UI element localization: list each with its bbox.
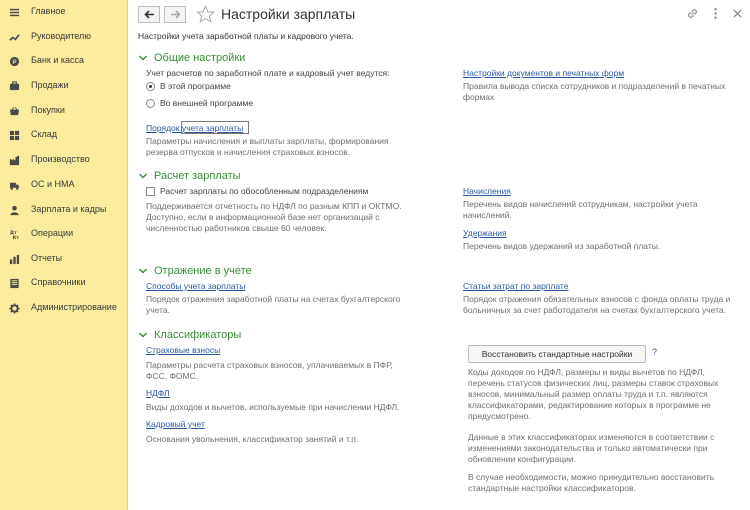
checkbox-label: Расчет зарплаты по обособленным подразде…: [160, 186, 369, 196]
insurance-desc: Параметры расчета страховых взносов, упл…: [146, 360, 393, 381]
close-icon[interactable]: [731, 7, 744, 20]
payroll-settings-desc: Параметры начисления и выплаты зарплаты,…: [146, 136, 389, 157]
chart-icon: [8, 253, 20, 265]
radio-in-program[interactable]: [146, 82, 155, 91]
sidebar-item-label: Отчеты: [31, 253, 63, 263]
separate-divisions-desc: Поддерживается отчетность по НДФЛ по раз…: [146, 201, 402, 233]
section-general[interactable]: Общие настройки: [138, 52, 245, 64]
help-icon[interactable]: ?: [652, 347, 657, 357]
chevron-down-icon: [139, 55, 147, 61]
section-classifiers[interactable]: Классификаторы: [138, 329, 241, 341]
chevron-down-icon: [139, 268, 147, 274]
basket-icon: [8, 105, 20, 117]
coin-icon: ₽: [8, 55, 20, 67]
deductions-desc: Перечень видов удержаний из заработной п…: [463, 241, 661, 251]
link-icon[interactable]: [686, 7, 699, 20]
page-subtitle: Настройки учета заработной платы и кадро…: [138, 31, 354, 41]
sidebar-item-reports[interactable]: Отчеты: [0, 248, 128, 270]
chevron-down-icon: [139, 332, 147, 338]
sidebar-item-label: Операции: [31, 228, 74, 238]
hr-desc: Основания увольнения, классификатор заня…: [146, 434, 359, 444]
svg-text:Дт: Дт: [9, 230, 16, 236]
forward-button[interactable]: [164, 6, 186, 23]
sidebar-item-bank[interactable]: ₽ Банк и касса: [0, 50, 128, 72]
documents-settings-link[interactable]: Настройки документов и печатных форм: [463, 68, 624, 78]
back-button[interactable]: [138, 6, 160, 23]
menu-icon: [8, 6, 20, 18]
page-title: Настройки зарплаты: [221, 6, 356, 22]
accruals-desc: Перечень видов начислений сотрудникам, н…: [463, 199, 698, 220]
sidebar-item-warehouse[interactable]: Склад: [0, 124, 128, 146]
radio-label: Во внешней программе: [160, 98, 254, 108]
ndfl-desc: Виды доходов и вычетов, используемые при…: [146, 402, 400, 412]
sidebar-item-main[interactable]: Главное: [0, 1, 128, 23]
radio-label: В этой программе: [160, 81, 231, 91]
accounting-question: Учет расчетов по заработной плате и кадр…: [146, 68, 390, 78]
sidebar-item-manager[interactable]: Руководителю: [0, 26, 128, 48]
sidebar-item-label: Покупки: [31, 105, 65, 115]
factory-icon: [8, 154, 20, 166]
chevron-down-icon: [139, 173, 147, 179]
section-title: Отражение в учете: [154, 265, 252, 277]
sidebar-item-payroll[interactable]: Зарплата и кадры: [0, 199, 128, 221]
text-cursor-box: [181, 121, 249, 134]
gear-icon: [8, 302, 20, 314]
more-icon[interactable]: [709, 7, 722, 20]
sidebar-item-sales[interactable]: Продажи: [0, 75, 128, 97]
section-accounting[interactable]: Отражение в учете: [138, 265, 252, 277]
sidebar-item-label: Главное: [31, 6, 66, 16]
payroll-methods-link[interactable]: Способы учета зарплаты: [146, 281, 245, 291]
section-calc[interactable]: Расчет зарплаты: [138, 170, 241, 182]
sidebar-item-admin[interactable]: Администрирование: [0, 297, 128, 319]
arrow-right-icon: [170, 10, 181, 19]
payroll-methods-desc: Порядок отражения заработной платы на сч…: [146, 294, 401, 315]
cost-items-desc: Порядок отражения обязательных взносов с…: [463, 294, 731, 315]
sidebar-item-label: Склад: [31, 129, 58, 139]
sidebar-item-label: Справочники: [31, 277, 86, 287]
ndfl-link[interactable]: НДФЛ: [146, 388, 169, 398]
sidebar-item-label: Зарплата и кадры: [31, 204, 107, 214]
person-icon: [8, 204, 20, 216]
sidebar-item-label: Администрирование: [31, 302, 117, 312]
sidebar: Главное Руководителю ₽ Банк и касса Прод…: [0, 0, 128, 510]
sidebar-item-catalogs[interactable]: Справочники: [0, 272, 128, 294]
classifiers-note-2: Данные в этих классификаторах изменяются…: [468, 432, 715, 464]
hr-link[interactable]: Кадровый учет: [146, 419, 205, 429]
favorite-star-icon[interactable]: [196, 5, 215, 24]
radio-external[interactable]: [146, 99, 155, 108]
book-icon: [8, 277, 20, 289]
sidebar-item-label: Производство: [31, 154, 90, 164]
section-title: Расчет зарплаты: [154, 170, 241, 182]
sidebar-item-label: Банк и касса: [31, 55, 84, 65]
trend-icon: [8, 31, 20, 43]
sidebar-item-purchases[interactable]: Покупки: [0, 100, 128, 122]
restore-defaults-button[interactable]: Восстановить стандартные настройки: [468, 345, 646, 363]
sidebar-item-assets[interactable]: ОС и НМА: [0, 174, 128, 196]
svg-text:Кт: Кт: [12, 235, 19, 240]
section-title: Классификаторы: [154, 329, 242, 341]
cost-items-link[interactable]: Статьи затрат по зарплате: [463, 281, 568, 291]
separate-divisions-checkbox[interactable]: [146, 187, 155, 196]
sidebar-item-label: Продажи: [31, 80, 69, 90]
sidebar-item-label: Руководителю: [31, 31, 92, 41]
deductions-link[interactable]: Удержания: [463, 228, 507, 238]
insurance-link[interactable]: Страховые взносы: [146, 345, 220, 355]
svg-text:₽: ₽: [12, 57, 16, 65]
grid-icon: [8, 129, 20, 141]
sidebar-item-label: ОС и НМА: [31, 179, 75, 189]
accruals-link[interactable]: Начисления: [463, 186, 511, 196]
main-content: Настройки зарплаты Настройки учета зараб…: [129, 0, 750, 510]
operations-icon: Дт Кт: [8, 228, 20, 240]
cart-icon: [8, 80, 20, 92]
sidebar-item-operations[interactable]: Дт Кт Операции: [0, 223, 128, 245]
section-title: Общие настройки: [154, 52, 246, 64]
arrow-left-icon: [143, 10, 154, 19]
classifiers-note-1: Коды доходов по НДФЛ, размеры и виды выч…: [468, 367, 719, 421]
documents-settings-desc: Правила вывода списка сотрудников и подр…: [463, 81, 726, 102]
sidebar-item-production[interactable]: Производство: [0, 149, 128, 171]
truck-icon: [8, 179, 20, 191]
classifiers-note-3: В случае необходимости, можно принудител…: [468, 472, 715, 493]
